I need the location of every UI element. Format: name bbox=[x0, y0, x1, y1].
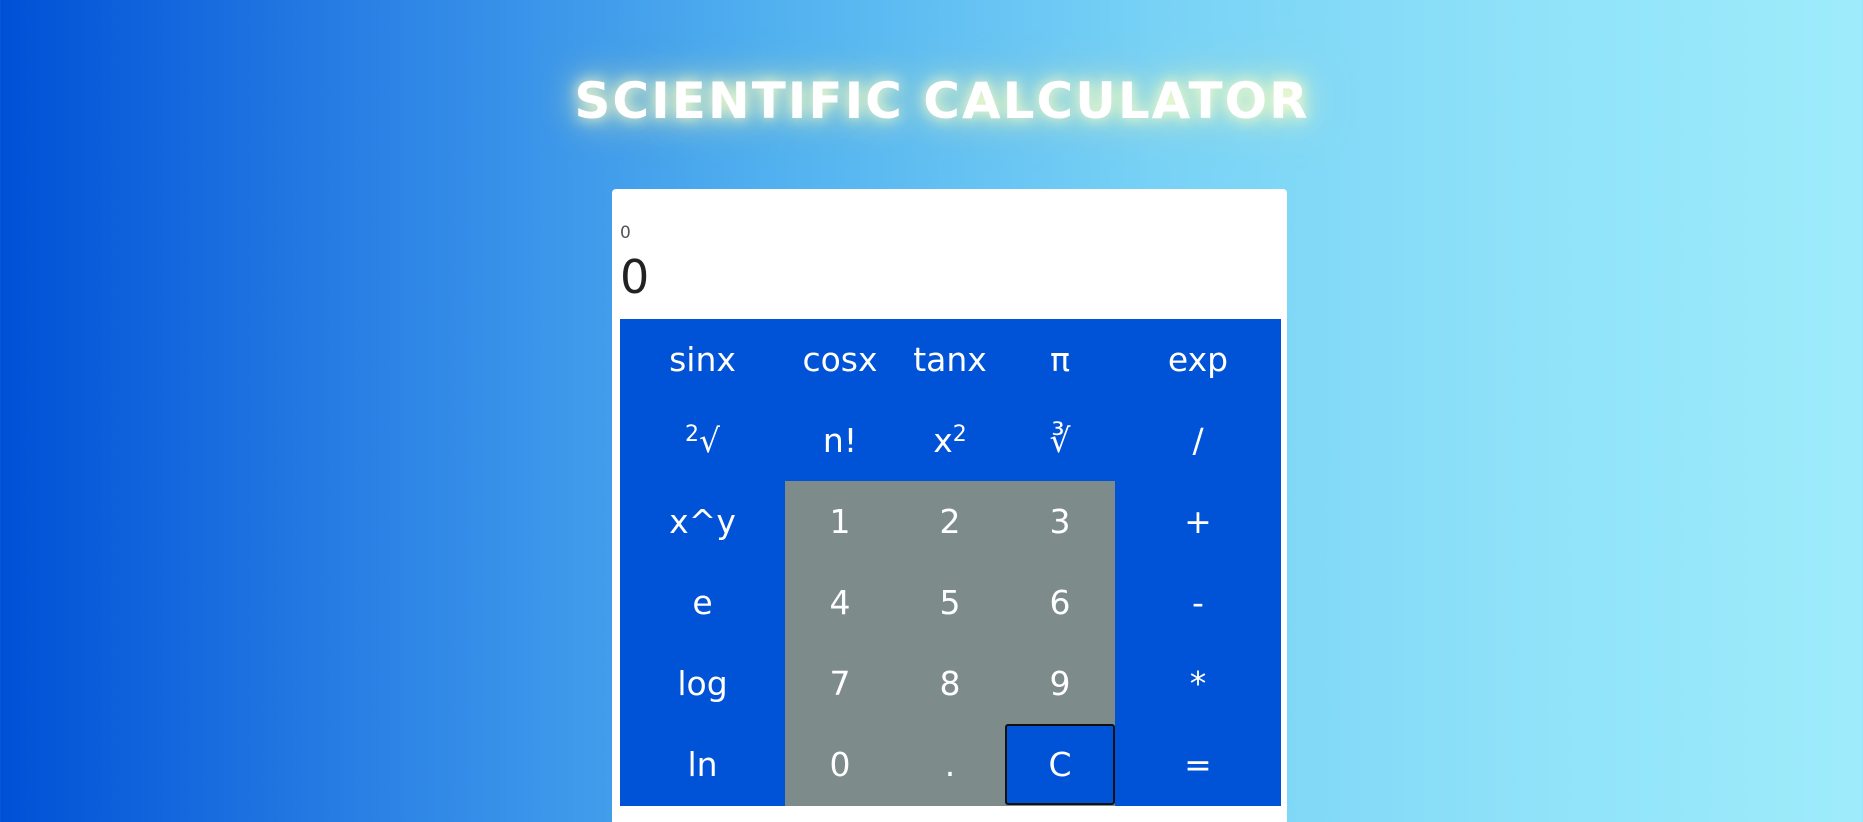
digit-8-button[interactable]: 8 bbox=[895, 643, 1005, 724]
square-root-symbol: √ bbox=[698, 421, 721, 460]
digit-5-button[interactable]: 5 bbox=[895, 562, 1005, 643]
plus-button[interactable]: + bbox=[1115, 481, 1281, 562]
tanx-button[interactable]: tanx bbox=[895, 319, 1005, 400]
digit-2-button[interactable]: 2 bbox=[895, 481, 1005, 562]
square-base: x bbox=[933, 421, 953, 460]
e-button[interactable]: e bbox=[620, 562, 785, 643]
digit-6-button[interactable]: 6 bbox=[1005, 562, 1115, 643]
factorial-button[interactable]: n! bbox=[785, 400, 895, 481]
sinx-button[interactable]: sinx bbox=[620, 319, 785, 400]
equals-button[interactable]: = bbox=[1115, 724, 1281, 805]
digit-3-button[interactable]: 3 bbox=[1005, 481, 1115, 562]
cosx-button[interactable]: cosx bbox=[785, 319, 895, 400]
keypad: sinx cosx tanx π exp 2 √ n! x2 ∛ / x^y 1 … bbox=[620, 319, 1281, 806]
digit-7-button[interactable]: 7 bbox=[785, 643, 895, 724]
square-button[interactable]: x2 bbox=[895, 400, 1005, 481]
digit-1-button[interactable]: 1 bbox=[785, 481, 895, 562]
calculator-display: 0 0 bbox=[620, 197, 1279, 307]
decimal-point-button[interactable]: . bbox=[895, 724, 1005, 805]
calculator: 0 0 sinx cosx tanx π exp 2 √ n! x2 ∛ / x^… bbox=[612, 189, 1287, 822]
digit-0-button[interactable]: 0 bbox=[785, 724, 895, 805]
pi-button[interactable]: π bbox=[1005, 319, 1115, 400]
log-button[interactable]: log bbox=[620, 643, 785, 724]
page-title: SCIENTIFIC CALCULATOR bbox=[574, 72, 1310, 130]
power-button[interactable]: x^y bbox=[620, 481, 785, 562]
ln-button[interactable]: ln bbox=[620, 724, 785, 805]
divide-button[interactable]: / bbox=[1115, 400, 1281, 481]
cube-root-button[interactable]: ∛ bbox=[1005, 400, 1115, 481]
digit-9-button[interactable]: 9 bbox=[1005, 643, 1115, 724]
digit-4-button[interactable]: 4 bbox=[785, 562, 895, 643]
history-display: 0 bbox=[620, 223, 631, 243]
multiply-button[interactable]: * bbox=[1115, 643, 1281, 724]
clear-button[interactable]: C bbox=[1005, 724, 1115, 805]
square-root-button[interactable]: 2 √ bbox=[620, 400, 785, 481]
square-root-index: 2 bbox=[684, 422, 699, 447]
result-display: 0 bbox=[620, 250, 650, 304]
square-exponent: 2 bbox=[952, 422, 967, 447]
minus-button[interactable]: - bbox=[1115, 562, 1281, 643]
exp-button[interactable]: exp bbox=[1115, 319, 1281, 400]
